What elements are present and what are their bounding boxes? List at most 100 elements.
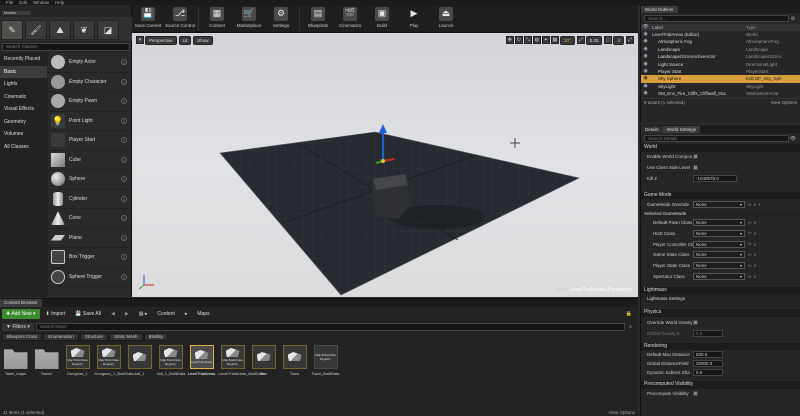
asset-tile[interactable]: Map Build Data Registry Dungeon_1_BuiltDa… xyxy=(95,345,134,376)
info-icon[interactable]: ? xyxy=(121,98,127,105)
category-lights[interactable]: Lights xyxy=(0,78,47,91)
player-state-class-select[interactable]: None xyxy=(693,262,745,270)
rendering-section-header[interactable]: Rendering xyxy=(641,342,800,351)
lightmass-section-header[interactable]: Lightmass xyxy=(641,286,800,295)
content-browser-tab[interactable]: Content Browser xyxy=(0,299,42,307)
place-item-cylinder[interactable]: Cylinder? xyxy=(48,190,131,209)
import-button[interactable]: ⬇ Import xyxy=(42,309,70,319)
outliner-row[interactable]: ◉ LevelTrialAreas (Editor) World xyxy=(641,31,800,38)
rotation-snap-value[interactable]: 10° xyxy=(559,35,575,45)
lit-button[interactable]: Lit xyxy=(178,35,192,45)
label-column-header[interactable]: Label xyxy=(650,24,746,31)
chip-blueprint-class[interactable]: Blueprint Class xyxy=(2,333,43,341)
eye-icon[interactable]: ◉ xyxy=(641,90,650,97)
category-cinematic[interactable]: Cinematic xyxy=(0,91,47,104)
landscape-mode-icon[interactable]: ⛰ xyxy=(49,20,71,40)
surface-snap-icon[interactable]: ⌖ xyxy=(541,36,550,44)
category-volumes[interactable]: Volumes xyxy=(0,128,47,141)
place-item-box-trigger[interactable]: Box Trigger? xyxy=(48,248,131,268)
level-viewport[interactable]: ▾ Perspective Lit Show ✥ ↻ ⤡ ◍ ⌖ ▦ 10° ⤢… xyxy=(132,33,638,297)
scale-snap-icon[interactable]: ⤢ xyxy=(576,36,585,44)
camera-speed-value[interactable]: 4 xyxy=(613,35,624,45)
info-icon[interactable]: ? xyxy=(121,254,127,261)
folder-path-icon[interactable]: ▤ ▸ xyxy=(135,309,152,319)
place-item-player-start[interactable]: Player Start? xyxy=(48,131,131,151)
outliner-row[interactable]: ◉ Landscape Landscape xyxy=(641,46,800,53)
forward-arrow-icon[interactable]: ▶ xyxy=(121,309,133,319)
outliner-row[interactable]: ◉ Light Source DirectionalLight xyxy=(641,61,800,68)
cinematics-button[interactable]: 🎬 Cinematics xyxy=(334,5,366,33)
category-basic[interactable]: Basic xyxy=(0,65,47,78)
chip-blutility[interactable]: Blutility xyxy=(143,333,168,341)
browse-arrow-icon[interactable]: ⇦ xyxy=(748,263,752,269)
show-button[interactable]: Show xyxy=(193,35,213,45)
eye-icon[interactable]: ◉ xyxy=(641,46,650,53)
save-current-button[interactable]: 💾 Save Current xyxy=(132,5,164,33)
search-icon[interactable]: ⌕ xyxy=(629,324,632,330)
place-item-sphere-trigger[interactable]: Sphere Trigger? xyxy=(48,268,131,287)
player-controller-class-select[interactable]: None xyxy=(693,240,745,248)
paint-mode-icon[interactable]: 🖌 xyxy=(25,20,47,40)
settings-button[interactable]: ⚙ Settings xyxy=(265,5,297,33)
category-all-classes[interactable]: All Classes xyxy=(0,141,47,154)
info-icon[interactable]: ? xyxy=(121,156,127,163)
search-icon[interactable]: ⌕ xyxy=(754,202,757,207)
play-button[interactable]: ▶ Play xyxy=(398,5,430,33)
category-visual-effects[interactable]: Visual Effects xyxy=(0,103,47,116)
grid-snap-icon[interactable]: ▦ xyxy=(550,36,559,44)
back-arrow-icon[interactable]: ◀ xyxy=(107,309,119,319)
blueprints-button[interactable]: ▤ Blueprints xyxy=(302,5,334,33)
category-geometry[interactable]: Geometry xyxy=(0,116,47,129)
browse-arrow-icon[interactable]: ⇦ xyxy=(748,220,752,226)
info-icon[interactable]: ? xyxy=(121,273,127,280)
info-icon[interactable]: ? xyxy=(121,117,127,124)
world-space-icon[interactable]: ◍ xyxy=(532,36,541,44)
rotate-mode-icon[interactable]: ↻ xyxy=(514,36,523,44)
content-button[interactable]: ▦ Content xyxy=(201,5,233,33)
outliner-row[interactable]: ◉ Player Start PlayerStart xyxy=(641,68,800,75)
filters-button[interactable]: ▼ Filters ▾ xyxy=(2,322,34,331)
asset-tile[interactable]: Town xyxy=(281,345,308,376)
details-tab[interactable]: Details xyxy=(641,125,663,133)
browse-arrow-icon[interactable]: ⇦ xyxy=(748,230,752,236)
search-classes-input[interactable]: Search Classes xyxy=(2,43,130,51)
outliner-search-input[interactable]: Search... xyxy=(644,15,789,22)
place-item-empty-pawn[interactable]: Empty Pawn? xyxy=(48,92,131,112)
info-icon[interactable]: ? xyxy=(121,195,127,202)
lightmass-settings-row[interactable]: Lightmass Settings xyxy=(641,294,800,304)
physics-section-header[interactable]: Physics xyxy=(641,309,800,317)
search-icon[interactable]: ⌕ xyxy=(754,252,757,257)
info-icon[interactable]: ? xyxy=(121,234,127,241)
modes-tab[interactable]: Modes xyxy=(2,11,30,15)
browse-arrow-icon[interactable]: ⇦ xyxy=(748,274,752,280)
launch-button[interactable]: ⏏ Launch xyxy=(430,5,462,33)
move-mode-icon[interactable]: ✥ xyxy=(505,36,514,44)
camera-speed-icon[interactable]: 🎥 xyxy=(604,36,613,44)
chip-static-mesh[interactable]: Static Mesh xyxy=(109,333,143,341)
dynamic-indirect-sha-field[interactable]: 0.8 xyxy=(693,369,723,377)
asset-tile[interactable]: Town_maps xyxy=(2,345,29,376)
geometry-mode-icon[interactable]: ◪ xyxy=(97,20,119,40)
outliner-settings-icon[interactable]: ⚙ xyxy=(789,16,797,22)
foliage-mode-icon[interactable]: ❦ xyxy=(73,20,95,40)
eye-icon[interactable]: ◉ xyxy=(641,31,650,38)
info-icon[interactable]: ? xyxy=(121,215,127,222)
world-outliner-tab[interactable]: World Outliner xyxy=(641,5,678,13)
place-item-sphere[interactable]: Sphere? xyxy=(48,170,131,190)
browse-arrow-icon[interactable]: ⇦ xyxy=(748,202,752,208)
scale-mode-icon[interactable]: ⤡ xyxy=(523,36,532,44)
outliner-row-selected[interactable]: ◉ Sky Sphere Edit BP_Sky_Sph xyxy=(641,75,800,83)
asset-tile[interactable]: Map Build Data Registry Dungeon_1 xyxy=(64,345,91,376)
outliner-row[interactable]: ◉ LandscapeGizmoActiveActor LandscapeGizmo… xyxy=(641,53,800,60)
use-client-side-level-checkbox[interactable] xyxy=(693,165,698,171)
search-icon[interactable]: ⌕ xyxy=(754,242,757,247)
place-mode-icon[interactable]: ✎ xyxy=(1,20,23,40)
world-settings-tab[interactable]: World Settings xyxy=(662,125,700,133)
perspective-button[interactable]: Perspective xyxy=(145,35,177,45)
eye-icon[interactable]: ◉ xyxy=(641,53,650,60)
gamemode-override-select[interactable]: None xyxy=(693,201,745,209)
eye-icon[interactable]: ◉ xyxy=(641,68,650,75)
gamemode-section-header[interactable]: Game Mode xyxy=(641,191,800,200)
asset-tile-selected[interactable]: LevelTrial Areas LevelTrialAreas xyxy=(188,345,215,376)
eye-icon[interactable]: ◉ xyxy=(641,61,650,68)
